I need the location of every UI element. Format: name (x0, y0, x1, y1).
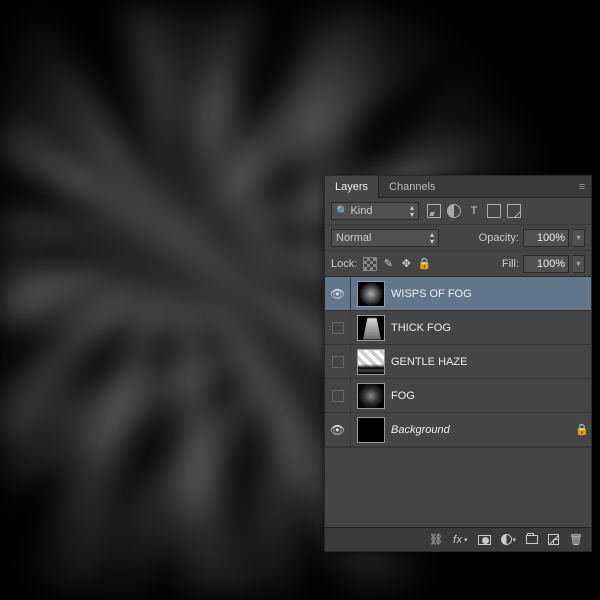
opacity-label: Opacity: (479, 232, 519, 244)
visibility-toggle[interactable] (325, 345, 351, 378)
panel-menu-icon[interactable]: ≡ (573, 181, 591, 193)
layers-panel: Layers Channels ≡ 🔍 Kind ▴▾ T Normal ▴▾ … (324, 175, 592, 552)
lock-position-icon[interactable]: ✥ (399, 257, 413, 271)
visibility-toggle[interactable]: 👁 (325, 277, 351, 310)
visibility-toggle[interactable]: 👁 (325, 413, 351, 446)
lock-pixels-icon[interactable]: ✎ (381, 257, 395, 271)
layer-row[interactable]: THICK FOG (325, 311, 591, 345)
panel-tabs: Layers Channels ≡ (325, 176, 591, 198)
filter-shape-icon[interactable] (487, 204, 501, 218)
layer-name[interactable]: Background (391, 424, 573, 436)
layer-row[interactable]: 👁 WISPS OF FOG (325, 277, 591, 311)
new-group-icon[interactable] (526, 535, 538, 544)
blend-row: Normal ▴▾ Opacity: 100% ▾ (325, 225, 591, 251)
new-layer-icon[interactable] (548, 534, 559, 545)
layer-name[interactable]: THICK FOG (391, 322, 573, 334)
layers-empty-area (325, 447, 591, 527)
eye-icon: 👁 (330, 287, 345, 301)
panel-footer: ⛓ fx▾ ▾ 🗑 (325, 527, 591, 551)
adjustment-layer-icon[interactable]: ▾ (501, 534, 517, 545)
opacity-field[interactable]: 100% (523, 229, 569, 247)
search-icon: 🔍 (336, 206, 348, 217)
visibility-off-icon (332, 322, 344, 334)
filter-kind-select[interactable]: 🔍 Kind ▴▾ (331, 202, 419, 220)
filter-smart-icon[interactable] (507, 204, 521, 218)
blend-mode-select[interactable]: Normal ▴▾ (331, 229, 439, 247)
filter-row: 🔍 Kind ▴▾ T (325, 198, 591, 225)
tab-layers[interactable]: Layers (325, 176, 379, 198)
layer-name[interactable]: FOG (391, 390, 573, 402)
tab-channels[interactable]: Channels (379, 176, 445, 198)
layers-list: 👁 WISPS OF FOG THICK FOG GENTLE HAZE FOG 👁 Bac… (325, 277, 591, 447)
eye-icon: 👁 (330, 423, 345, 437)
visibility-toggle[interactable] (325, 379, 351, 412)
visibility-off-icon (332, 356, 344, 368)
layer-thumbnail[interactable] (357, 383, 385, 409)
lock-indicator-icon: 🔒 (573, 423, 591, 436)
layer-thumbnail[interactable] (357, 349, 385, 375)
layer-row[interactable]: GENTLE HAZE (325, 345, 591, 379)
blend-mode-value: Normal (336, 232, 371, 244)
add-mask-icon[interactable] (478, 535, 491, 545)
layer-row[interactable]: FOG (325, 379, 591, 413)
filter-adjust-icon[interactable] (447, 204, 461, 218)
fill-label: Fill: (502, 258, 519, 270)
lock-row: Lock: ✎ ✥ 🔒 Fill: 100% ▾ (325, 251, 591, 277)
lock-label: Lock: (331, 258, 357, 270)
filter-kind-label: Kind (350, 205, 372, 217)
lock-transparency-icon[interactable] (363, 257, 377, 271)
layer-thumbnail[interactable] (357, 315, 385, 341)
delete-layer-icon[interactable]: 🗑 (569, 533, 583, 546)
layer-row[interactable]: 👁 Background🔒 (325, 413, 591, 447)
lock-all-icon[interactable]: 🔒 (417, 257, 431, 271)
opacity-dropdown-icon[interactable]: ▾ (573, 229, 585, 247)
filter-type-icon[interactable]: T (467, 204, 481, 218)
link-layers-icon[interactable]: ⛓ (429, 533, 443, 546)
visibility-toggle[interactable] (325, 311, 351, 344)
layer-fx-icon[interactable]: fx▾ (453, 534, 468, 546)
filter-pixel-icon[interactable] (427, 204, 441, 218)
fill-field[interactable]: 100% (523, 255, 569, 273)
layer-name[interactable]: GENTLE HAZE (391, 356, 573, 368)
fill-dropdown-icon[interactable]: ▾ (573, 255, 585, 273)
layer-thumbnail[interactable] (357, 281, 385, 307)
layer-thumbnail[interactable] (357, 417, 385, 443)
visibility-off-icon (332, 390, 344, 402)
layer-name[interactable]: WISPS OF FOG (391, 288, 573, 300)
